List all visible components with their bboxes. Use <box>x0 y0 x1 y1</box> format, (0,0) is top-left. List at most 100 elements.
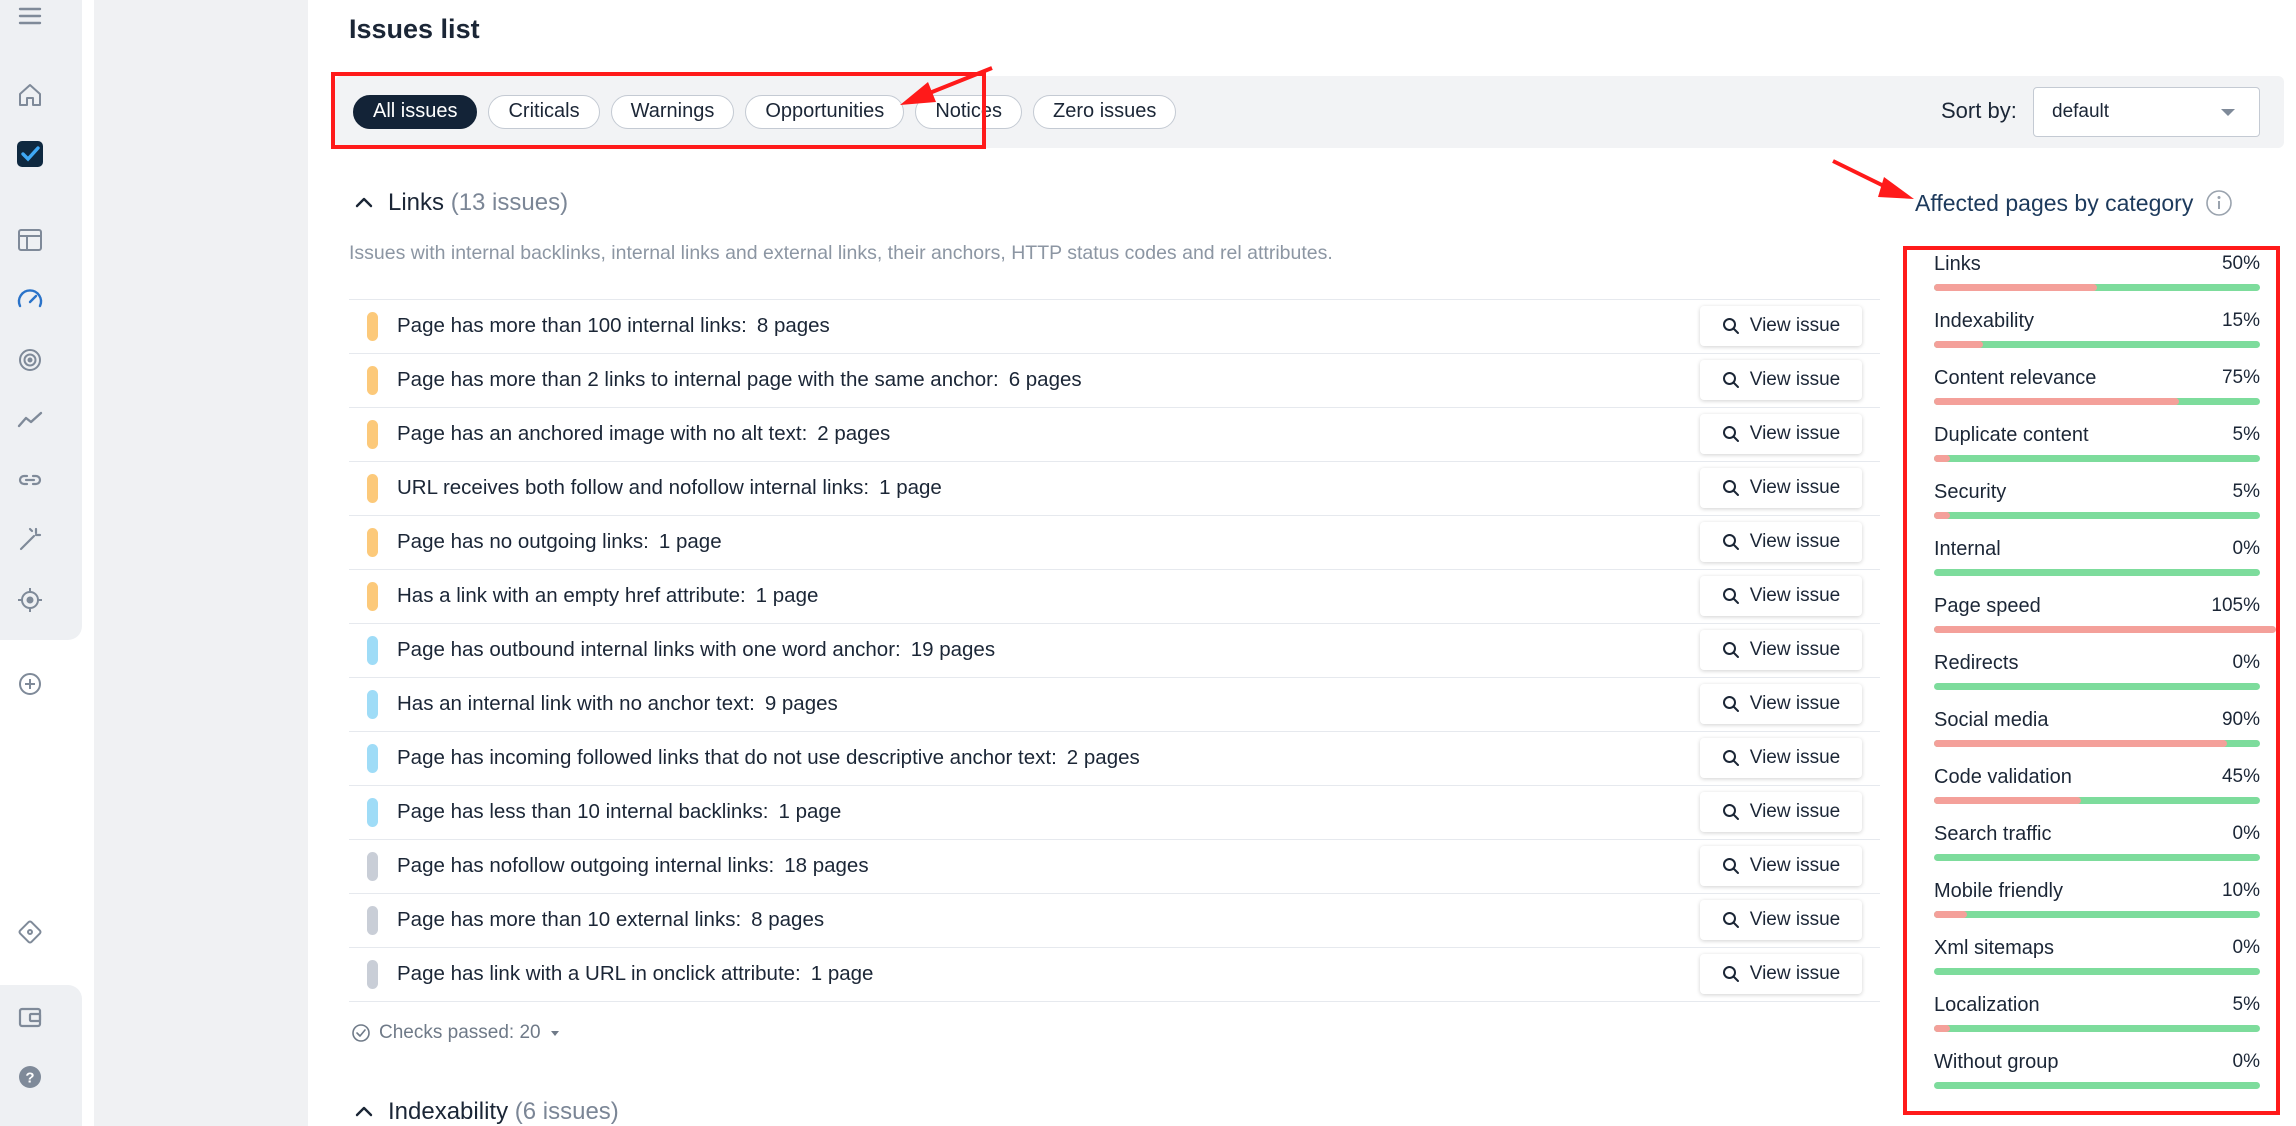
issue-title: Page has less than 10 internal backlinks… <box>397 800 769 823</box>
issue-row[interactable]: Page has less than 10 internal backlinks… <box>349 786 1880 840</box>
severity-indicator <box>367 852 378 881</box>
view-issue-label: View issue <box>1749 315 1841 336</box>
issue-row[interactable]: Page has no outgoing links: 1 page View is… <box>349 516 1880 570</box>
issue-row[interactable]: Page has more than 2 links to internal p… <box>349 354 1880 408</box>
annotation-arrow-icon <box>900 66 993 105</box>
issue-row[interactable]: Has a link with an empty href attribute:… <box>349 570 1880 624</box>
view-issue-button[interactable]: View issue <box>1700 468 1862 508</box>
severity-indicator <box>367 582 378 611</box>
view-issue-button[interactable]: View issue <box>1700 414 1862 454</box>
issue-text: Page has more than 10 external links: 8 p… <box>397 908 824 932</box>
view-issue-label: View issue <box>1749 423 1841 444</box>
view-issue-label: View issue <box>1749 909 1841 930</box>
left-rail: ? <box>0 0 94 1126</box>
app-logo-icon[interactable] <box>10 134 50 174</box>
search-icon <box>1722 966 1739 982</box>
svg-text:?: ? <box>25 1070 34 1087</box>
issue-count: 8 pages <box>751 908 825 931</box>
sort-select[interactable]: default <box>2033 87 2260 137</box>
issue-count: 19 pages <box>910 638 996 661</box>
view-issue-button[interactable]: View issue <box>1700 900 1862 940</box>
issue-title: Page has more than 10 external links: <box>397 908 742 931</box>
checks-passed-label: Checks passed: 20 <box>379 1022 541 1043</box>
search-icon <box>1722 642 1739 658</box>
view-issue-label: View issue <box>1749 639 1841 660</box>
issue-text: Page has less than 10 internal backlinks… <box>397 800 841 824</box>
trend-icon[interactable] <box>10 400 50 440</box>
issue-row[interactable]: Page has an anchored image with no alt t… <box>349 408 1880 462</box>
magic-wand-icon[interactable] <box>10 520 50 560</box>
rank-tracker-icon[interactable] <box>10 340 50 380</box>
issue-count: 2 pages <box>817 422 891 445</box>
issue-title: Page has link with a URL in onclick attr… <box>397 962 801 985</box>
search-icon <box>1722 912 1739 928</box>
issue-row[interactable]: Page has more than 100 internal links: 8 … <box>349 300 1880 354</box>
issue-title: Has a link with an empty href attribute: <box>397 584 746 607</box>
section-title: Links <box>388 189 445 216</box>
wallet-icon[interactable] <box>10 997 50 1037</box>
caret-down-icon <box>550 1030 559 1036</box>
main-content: Issues list All issues Criticals Warning… <box>308 0 2296 1126</box>
menu-icon[interactable] <box>10 0 50 36</box>
sort-value: default <box>2052 101 2110 122</box>
target-icon[interactable] <box>10 580 50 620</box>
view-issue-button[interactable]: View issue <box>1700 576 1862 616</box>
view-issue-label: View issue <box>1749 693 1841 714</box>
issue-count: 2 pages <box>1066 746 1140 769</box>
issue-row[interactable]: Page has outbound internal links with on… <box>349 624 1880 678</box>
issue-row[interactable]: URL receives both follow and nofollow in… <box>349 462 1880 516</box>
sidebar-gap <box>94 0 308 1126</box>
chevron-up-icon <box>355 197 373 208</box>
issue-row[interactable]: Has an internal link with no anchor text… <box>349 678 1880 732</box>
search-icon <box>1722 858 1739 874</box>
section-header-links[interactable]: Links (13 issues) <box>354 189 568 217</box>
view-issue-button[interactable]: View issue <box>1700 738 1862 778</box>
view-issue-button[interactable]: View issue <box>1700 684 1862 724</box>
issue-row[interactable]: Page has incoming followed links that do… <box>349 732 1880 786</box>
view-issue-label: View issue <box>1749 747 1841 768</box>
severity-indicator <box>367 420 378 449</box>
issue-count: 6 pages <box>1008 368 1082 391</box>
view-issue-button[interactable]: View issue <box>1700 954 1862 994</box>
section-title: Indexability <box>388 1098 509 1125</box>
severity-indicator <box>367 744 378 773</box>
view-issue-button[interactable]: View issue <box>1700 360 1862 400</box>
info-icon[interactable] <box>2205 189 2233 217</box>
discount-icon[interactable] <box>10 912 50 952</box>
home-icon[interactable] <box>10 75 50 115</box>
chip-zero-issues[interactable]: Zero issues <box>1033 95 1177 129</box>
section-header-indexability[interactable]: Indexability (6 issues) <box>354 1098 619 1126</box>
search-icon <box>1722 372 1739 388</box>
search-icon <box>1722 534 1739 550</box>
issue-text: URL receives both follow and nofollow in… <box>397 476 942 500</box>
help-icon[interactable]: ? <box>10 1057 50 1097</box>
check-circle-icon <box>352 1024 370 1042</box>
search-icon <box>1722 804 1739 820</box>
site-audit-icon[interactable] <box>10 280 50 320</box>
view-issue-label: View issue <box>1749 585 1841 606</box>
search-icon <box>1722 696 1739 712</box>
annotation-box-categories <box>1903 246 2280 1115</box>
chevron-down-icon <box>2221 109 2235 116</box>
dashboard-icon[interactable] <box>10 220 50 260</box>
issue-text: Page has more than 2 links to internal p… <box>397 368 1082 392</box>
view-issue-button[interactable]: View issue <box>1700 846 1862 886</box>
issue-row[interactable]: Page has nofollow outgoing internal link… <box>349 840 1880 894</box>
view-issue-button[interactable]: View issue <box>1700 522 1862 562</box>
issue-row[interactable]: Page has more than 10 external links: 8 p… <box>349 894 1880 948</box>
add-project-icon[interactable] <box>10 664 50 704</box>
affected-pages-title: Affected pages by category <box>1915 189 2233 217</box>
issue-count: 1 page <box>755 584 819 607</box>
view-issue-button[interactable]: View issue <box>1700 792 1862 832</box>
issue-row[interactable]: Page has link with a URL in onclick attr… <box>349 948 1880 1002</box>
view-issue-button[interactable]: View issue <box>1700 306 1862 346</box>
search-icon <box>1722 318 1739 334</box>
severity-indicator <box>367 690 378 719</box>
issue-text: Page has more than 100 internal links: 8 … <box>397 314 830 338</box>
checks-passed[interactable]: Checks passed: 20 <box>351 1022 559 1044</box>
issue-text: Page has no outgoing links: 1 page <box>397 530 722 554</box>
view-issue-button[interactable]: View issue <box>1700 630 1862 670</box>
issue-count: 18 pages <box>784 854 869 877</box>
section-count: (13 issues) <box>450 189 569 216</box>
backlinks-icon[interactable] <box>10 460 50 500</box>
